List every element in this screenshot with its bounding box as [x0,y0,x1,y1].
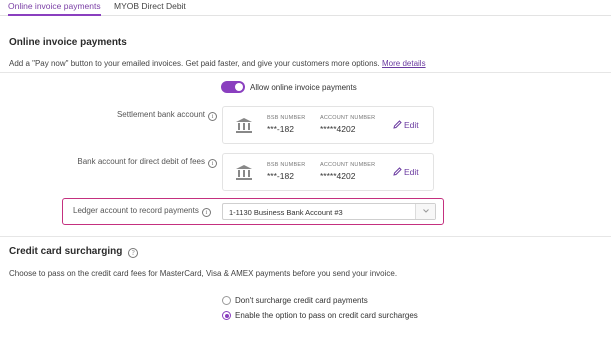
radio-label: Enable the option to pass on credit card… [235,311,418,320]
online-payments-description: Add a "Pay now" button to your emailed i… [9,59,426,68]
settlement-bank-label-text: Settlement bank account [116,110,205,119]
bsb-value: ***-182 [267,171,294,181]
ledger-account-label-text: Ledger account to record payments [73,206,199,215]
pencil-icon [393,167,402,176]
radio-no-surcharge[interactable]: Don't surcharge credit card payments [222,296,368,305]
tab-myob-direct-debit[interactable]: MYOB Direct Debit [114,0,186,16]
dropdown-button[interactable] [415,204,435,219]
ledger-selected-value: 1-1130 Business Bank Account #3 [229,208,343,217]
edit-label: Edit [404,167,419,177]
bsb-heading: BSB NUMBER [267,115,306,121]
surcharge-title: Credit card surcharging ? [9,246,139,258]
tab-online-invoice-payments[interactable]: Online invoice payments [8,0,101,16]
bsb-column: BSB NUMBER ***-182 [267,162,305,181]
divider [0,72,611,73]
ledger-account-label: Ledger account to record payments i [73,206,211,217]
account-heading: ACCOUNT NUMBER [320,162,376,168]
account-column: ACCOUNT NUMBER *****4202 [320,162,375,181]
settlement-bank-label: Settlement bank account i [117,110,217,121]
fees-edit-button[interactable]: Edit [393,167,419,177]
ledger-account-select[interactable]: 1-1130 Business Bank Account #3 [222,203,436,220]
settlement-edit-button[interactable]: Edit [393,120,419,130]
toggle-label: Allow online invoice payments [250,83,357,92]
info-icon[interactable]: i [208,159,217,168]
radio-button-checked[interactable] [222,311,231,320]
fees-bank-label: Bank account for direct debit of fees i [77,157,217,168]
account-column: ACCOUNT NUMBER *****4202 [320,115,375,134]
fees-bank-card: BSB NUMBER ***-182 ACCOUNT NUMBER *****4… [222,153,434,191]
bank-icon [236,165,252,180]
divider [0,236,611,237]
radio-enable-surcharge[interactable]: Enable the option to pass on credit card… [222,311,418,320]
radio-button-unchecked[interactable] [222,296,231,305]
account-value: *****4202 [320,124,356,134]
info-icon[interactable]: i [201,208,211,217]
pencil-icon [393,120,402,129]
allow-online-payments-toggle[interactable] [221,81,245,93]
online-payments-title: Online invoice payments [9,37,127,48]
bsb-value: ***-182 [267,124,294,134]
tab-bar: Online invoice payments MYOB Direct Debi… [0,0,611,16]
account-value: *****4202 [320,171,356,181]
description-text: Add a "Pay now" button to your emailed i… [9,59,380,68]
radio-label: Don't surcharge credit card payments [235,296,368,305]
account-heading: ACCOUNT NUMBER [320,115,376,121]
edit-label: Edit [404,120,419,130]
more-details-link[interactable]: More details [382,59,426,68]
bank-icon [236,118,252,133]
help-icon[interactable]: ? [128,248,139,258]
chevron-down-icon [423,209,429,213]
toggle-knob [235,83,243,91]
info-icon[interactable]: i [208,112,217,121]
surcharge-description: Choose to pass on the credit card fees f… [9,269,398,278]
settlement-bank-card: BSB NUMBER ***-182 ACCOUNT NUMBER *****4… [222,106,434,144]
surcharge-title-text: Credit card surcharging [9,246,123,257]
fees-bank-label-text: Bank account for direct debit of fees [77,157,205,166]
bsb-column: BSB NUMBER ***-182 [267,115,305,134]
bsb-heading: BSB NUMBER [267,162,306,168]
